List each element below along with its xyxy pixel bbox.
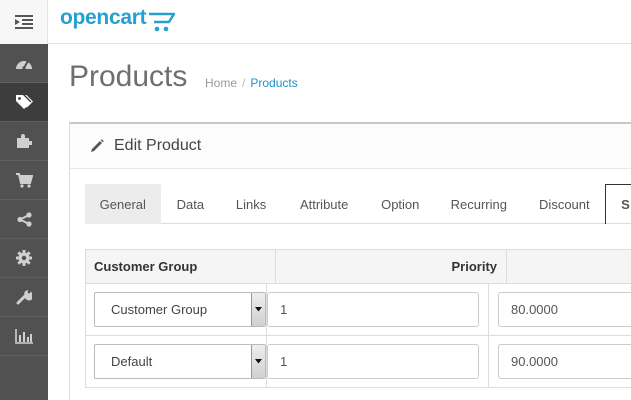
shopping-cart-icon <box>15 172 33 188</box>
panel-heading: Edit Product <box>70 124 631 169</box>
customer-group-select-value: Default <box>111 354 153 369</box>
table-row: Customer Group 1 80.0000 <box>86 284 631 336</box>
tab-data[interactable]: Data <box>161 184 221 224</box>
price-input[interactable]: 90.0000 <box>498 344 631 379</box>
special-price-table: Customer Group Priority Customer Group 1… <box>85 249 631 388</box>
column-header-customer-group: Customer Group <box>86 250 276 283</box>
table-row: Default 1 90.0000 <box>86 336 631 388</box>
tab-general[interactable]: General <box>85 184 161 224</box>
breadcrumb-home-link[interactable]: Home <box>205 76 237 90</box>
pencil-icon <box>91 139 104 152</box>
menu-toggle-icon <box>14 15 33 29</box>
tags-icon <box>16 95 33 109</box>
breadcrumb-separator: / <box>242 76 246 90</box>
cog-icon <box>16 250 32 266</box>
edit-product-panel: Edit Product General Data Links Attribut… <box>69 122 631 400</box>
sidebar-item-system[interactable] <box>0 239 48 278</box>
sidebar-item-marketing[interactable] <box>0 200 48 239</box>
menu-toggle-button[interactable] <box>0 0 48 44</box>
price-input[interactable]: 80.0000 <box>498 292 631 327</box>
tab-discount[interactable]: Discount <box>524 184 606 224</box>
column-header-price <box>507 250 631 283</box>
sidebar <box>0 44 48 400</box>
tab-links[interactable]: Links <box>220 184 282 224</box>
customer-group-select[interactable]: Customer Group <box>94 292 266 327</box>
tab-recurring[interactable]: Recurring <box>434 184 524 224</box>
dashboard-icon <box>16 60 32 70</box>
sidebar-item-extensions[interactable] <box>0 122 48 161</box>
customer-group-select[interactable]: Default <box>94 344 266 379</box>
sidebar-item-catalog[interactable] <box>0 83 48 122</box>
sidebar-item-reports[interactable] <box>0 317 48 356</box>
panel-title: Edit Product <box>114 137 202 154</box>
top-header: opencart <box>0 0 631 44</box>
breadcrumb: Home / Products <box>205 76 298 90</box>
logo-text: opencart <box>60 6 147 29</box>
sidebar-item-tools[interactable] <box>0 278 48 317</box>
select-arrow-icon <box>251 345 265 378</box>
sidebar-item-sales[interactable] <box>0 161 48 200</box>
share-icon <box>16 211 32 227</box>
sidebar-item-dashboard[interactable] <box>0 44 48 83</box>
page-title: Products <box>69 60 188 93</box>
select-arrow-icon <box>251 293 265 326</box>
tab-special[interactable]: S <box>605 184 631 224</box>
logo-cart-icon <box>149 12 176 32</box>
priority-input[interactable]: 1 <box>267 344 479 379</box>
column-header-priority: Priority <box>276 250 507 283</box>
breadcrumb-products-link[interactable]: Products <box>250 76 297 90</box>
puzzle-icon <box>17 134 32 148</box>
page-header: Products Home / Products <box>48 44 631 122</box>
product-tabs: General Data Links Attribute Option Recu… <box>85 184 631 224</box>
wrench-icon <box>16 290 32 305</box>
priority-input[interactable]: 1 <box>267 292 479 327</box>
table-header-row: Customer Group Priority <box>86 250 631 284</box>
opencart-logo[interactable]: opencart <box>60 6 178 35</box>
tab-option[interactable]: Option <box>366 184 434 224</box>
bar-chart-icon <box>15 328 33 344</box>
customer-group-select-value: Customer Group <box>111 302 208 317</box>
tab-attribute[interactable]: Attribute <box>282 184 367 224</box>
